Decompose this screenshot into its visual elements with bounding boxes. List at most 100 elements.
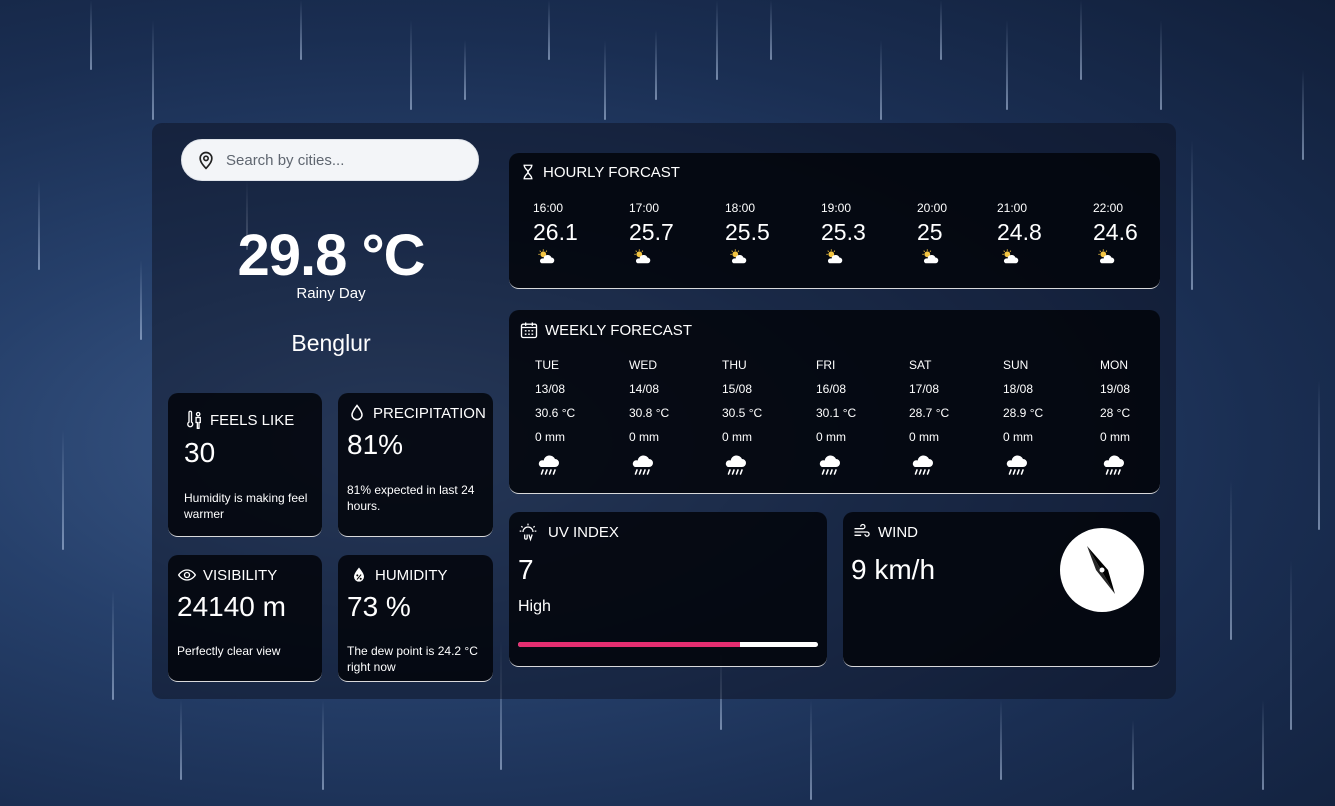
hourly-temp: 25 — [917, 219, 943, 245]
hourly-temp: 24.6 — [1093, 219, 1138, 245]
wind-title: WIND — [878, 523, 918, 541]
visibility-card: VISIBILITY 24140 m Perfectly clear view — [168, 555, 322, 682]
weekly-forecast-card: WEEKLY FORECAST TUE 13/08 30.6 °C 0 mm WED 14… — [509, 310, 1160, 494]
partly-cloudy-icon — [533, 249, 557, 270]
weekly-temp: 28.7 °C — [909, 406, 950, 420]
hourly-temp: 25.5 — [725, 219, 770, 245]
weekly-date: 16/08 — [816, 382, 847, 396]
weekly-item: TUE 13/08 30.6 °C 0 mm — [535, 358, 605, 481]
city-name: Benglur — [291, 330, 371, 356]
partly-cloudy-icon — [629, 249, 653, 270]
hourly-item: 22:00 24.6 — [1093, 201, 1153, 271]
weekly-temp: 28.9 °C — [1003, 406, 1044, 420]
weekly-day: MON — [1100, 358, 1128, 372]
hourly-temp: 25.3 — [821, 219, 866, 245]
partly-cloudy-icon — [997, 249, 1021, 270]
weekly-day: WED — [629, 358, 657, 372]
weekly-title: WEEKLY FORECAST — [545, 321, 692, 339]
hourly-item: 17:00 25.7 — [629, 201, 689, 271]
water-drop-icon — [351, 404, 363, 421]
uv-value: 7 — [518, 554, 534, 585]
feels-like-value: 30 — [184, 437, 216, 468]
weekly-day: SAT — [909, 358, 932, 372]
weekly-date: 14/08 — [629, 382, 660, 396]
weekly-day: SUN — [1003, 358, 1029, 372]
uv-progress-bar — [518, 642, 818, 647]
weekly-rain: 0 mm — [816, 430, 846, 444]
humidity-drop-icon — [354, 567, 364, 582]
humidity-title: HUMIDITY — [375, 566, 448, 584]
weekly-date: 15/08 — [722, 382, 753, 396]
weekly-rain: 0 mm — [722, 430, 752, 444]
calendar-icon — [520, 322, 538, 339]
hourly-temp: 25.7 — [629, 219, 674, 245]
hourly-forecast-card: HOURLY FORCAST 16:00 26.1 17:00 25.7 18:00 25… — [509, 153, 1160, 289]
weekly-item: SAT 17/08 28.7 °C 0 mm — [909, 358, 979, 481]
uv-index-card: UV INDEX 7 High — [509, 512, 827, 667]
hourly-time: 19:00 — [821, 201, 852, 215]
partly-cloudy-icon — [1093, 249, 1117, 270]
uv-level: High — [518, 598, 551, 615]
thermometer-person-icon — [187, 410, 201, 429]
weekly-item: MON 19/08 28 °C 0 mm — [1100, 358, 1170, 481]
precipitation-value: 81% — [347, 429, 404, 460]
uv-sun-icon — [519, 523, 537, 542]
hourly-item: 19:00 25.3 — [821, 201, 881, 271]
rain-cloud-icon — [629, 455, 655, 481]
precipitation-card: PRECIPITATION 81% 81% expected in last 2… — [338, 393, 493, 537]
hourly-item: 18:00 25.5 — [725, 201, 785, 271]
hourly-time: 16:00 — [533, 201, 564, 215]
weekly-temp: 30.6 °C — [535, 406, 576, 420]
weekly-item: SUN 18/08 28.9 °C 0 mm — [1003, 358, 1073, 481]
hourly-time: 21:00 — [997, 201, 1028, 215]
weekly-temp: 28 °C — [1100, 406, 1131, 420]
weekly-rain: 0 mm — [629, 430, 659, 444]
hourly-time: 20:00 — [917, 201, 948, 215]
search-bar[interactable] — [181, 139, 479, 181]
hourly-time: 22:00 — [1093, 201, 1124, 215]
precipitation-title: PRECIPITATION — [373, 404, 486, 422]
weekly-temp: 30.5 °C — [722, 406, 763, 420]
search-input[interactable] — [224, 150, 468, 170]
weekly-date: 13/08 — [535, 382, 566, 396]
rain-cloud-icon — [722, 455, 748, 481]
visibility-title: VISIBILITY — [203, 566, 278, 584]
weekly-day: FRI — [816, 358, 836, 372]
wind-card: WIND 9 km/h — [843, 512, 1160, 667]
hourly-time: 18:00 — [725, 201, 756, 215]
feels-like-card: FEELS LIKE 30 Humidity is making feel wa… — [168, 393, 322, 537]
humidity-value: 73 % — [347, 591, 411, 622]
hourly-item: 20:00 25 — [917, 201, 977, 271]
weekly-date: 17/08 — [909, 382, 940, 396]
weekly-rain: 0 mm — [535, 430, 565, 444]
uv-progress-fill — [518, 642, 740, 647]
hourly-time: 17:00 — [629, 201, 660, 215]
visibility-value: 24140 m — [177, 591, 286, 622]
hourly-title: HOURLY FORCAST — [543, 163, 680, 181]
weekly-rain: 0 mm — [909, 430, 939, 444]
weekly-date: 19/08 — [1100, 382, 1131, 396]
hourly-item: 21:00 24.8 — [997, 201, 1057, 271]
weekly-rain: 0 mm — [1100, 430, 1130, 444]
weekly-rain: 0 mm — [1003, 430, 1033, 444]
hourly-item: 16:00 26.1 — [533, 201, 593, 271]
precipitation-note: 81% expected in last 24 hours. — [347, 483, 475, 513]
current-temperature: 29.8 °C — [237, 223, 425, 288]
humidity-card: HUMIDITY 73 % The dew point is 24.2 °C r… — [338, 555, 493, 682]
hourglass-icon — [523, 164, 533, 180]
uv-title: UV INDEX — [548, 523, 619, 541]
partly-cloudy-icon — [917, 249, 941, 270]
visibility-note: Perfectly clear view — [177, 644, 281, 658]
partly-cloudy-icon — [821, 249, 845, 270]
eye-icon — [177, 569, 197, 581]
compass-icon — [1060, 528, 1144, 612]
feels-like-note: Humidity is making feel warmer — [184, 491, 308, 521]
humidity-note: The dew point is 24.2 °C right now — [347, 644, 478, 674]
location-pin-icon — [199, 151, 213, 170]
rain-cloud-icon — [816, 455, 842, 481]
weekly-day: THU — [722, 358, 747, 372]
rain-cloud-icon — [535, 455, 561, 481]
weekly-date: 18/08 — [1003, 382, 1034, 396]
rain-cloud-icon — [1100, 455, 1126, 481]
rain-cloud-icon — [1003, 455, 1029, 481]
